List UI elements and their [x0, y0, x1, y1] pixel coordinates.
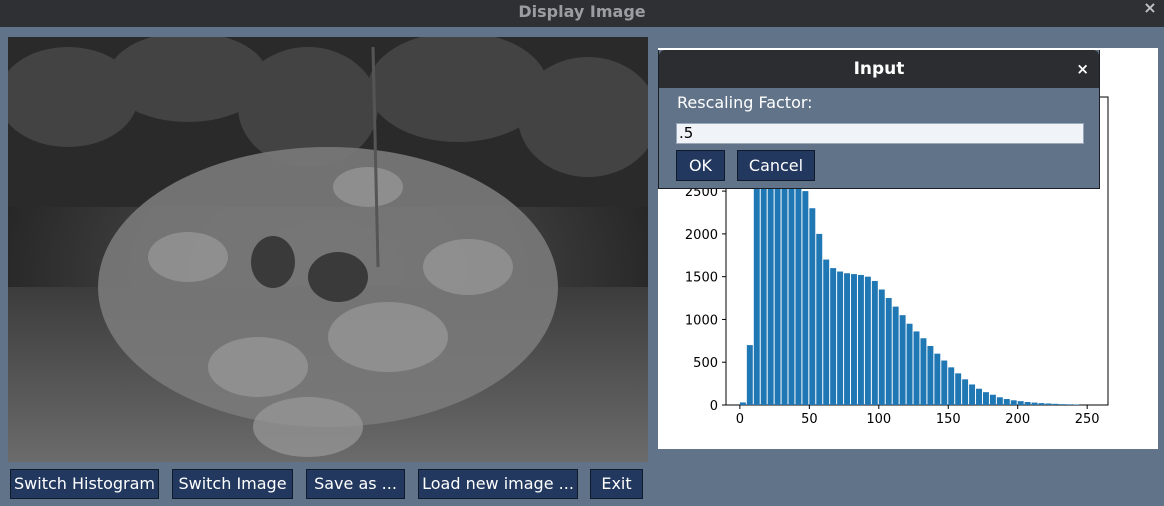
cancel-button[interactable]: Cancel — [737, 150, 815, 181]
x-tick-label: 250 — [1075, 412, 1100, 427]
histogram-bar — [899, 315, 906, 405]
y-tick-label: 1500 — [685, 271, 718, 286]
save-as-button[interactable]: Save as ... — [306, 469, 405, 499]
x-tick-label: 0 — [736, 412, 744, 427]
window-titlebar: Display Image × — [0, 0, 1164, 27]
switch-histogram-button[interactable]: Switch Histogram — [10, 469, 159, 499]
histogram-bar — [830, 268, 837, 405]
y-tick-label: 0 — [710, 399, 718, 414]
histogram-bar — [982, 392, 989, 405]
window-close-icon[interactable]: × — [1140, 0, 1160, 18]
ok-button[interactable]: OK — [676, 150, 725, 181]
y-tick-label: 500 — [693, 356, 718, 371]
y-tick-label: 2000 — [685, 228, 718, 243]
histogram-bar — [1031, 402, 1038, 405]
histogram-bar — [941, 360, 948, 405]
x-tick-label: 50 — [801, 412, 818, 427]
histogram-bar — [781, 165, 788, 405]
histogram-bar — [871, 280, 878, 405]
histogram-bar — [976, 388, 982, 405]
switch-image-button[interactable]: Switch Image — [172, 469, 293, 499]
histogram-bar — [746, 345, 753, 405]
histogram-bar — [1052, 403, 1059, 405]
histogram-bar — [809, 208, 816, 405]
histogram-bar — [864, 276, 871, 405]
histogram-bar — [795, 178, 802, 405]
histogram-bar — [816, 233, 823, 405]
grayscale-rose-photo — [8, 37, 648, 462]
rescaling-factor-label: Rescaling Factor: — [677, 93, 813, 112]
histogram-bar — [955, 373, 962, 405]
histogram-bar — [857, 274, 864, 405]
exit-button[interactable]: Exit — [590, 469, 643, 499]
histogram-bar — [927, 345, 934, 405]
histogram-bar — [913, 331, 920, 405]
histogram-bar — [767, 156, 774, 405]
histogram-bar — [934, 353, 941, 405]
x-tick-label: 100 — [866, 412, 891, 427]
histogram-bar — [996, 397, 1003, 405]
histogram-bar — [802, 191, 809, 405]
histogram-bar — [906, 323, 913, 405]
histogram-bar — [844, 273, 851, 405]
histogram-bar — [1003, 399, 1010, 405]
histogram-bar — [788, 169, 795, 405]
histogram-bar — [989, 394, 996, 405]
window-title: Display Image — [518, 2, 646, 21]
x-tick-label: 200 — [1005, 412, 1030, 427]
histogram-bar — [969, 384, 976, 405]
histogram-bar — [739, 402, 746, 405]
histogram-bar — [962, 379, 969, 405]
histogram-bar — [823, 259, 830, 405]
histogram-bar — [1059, 404, 1066, 405]
histogram-bar — [1010, 400, 1017, 405]
histogram-bar — [774, 161, 781, 405]
histogram-bar — [1038, 403, 1045, 405]
histogram-bar — [1073, 404, 1080, 405]
histogram-bar — [878, 289, 885, 405]
histogram-bar — [851, 274, 857, 405]
histogram-bar — [1066, 404, 1073, 405]
load-new-image-button[interactable]: Load new image ... — [418, 469, 578, 499]
dialog-title: Input — [659, 50, 1099, 88]
histogram-bar — [892, 306, 899, 405]
histogram-bar — [837, 271, 844, 405]
y-tick-label: 1000 — [685, 313, 718, 328]
rescaling-factor-input[interactable]: .5 — [676, 123, 1084, 144]
input-dialog: Input × Rescaling Factor: .5 OK Cancel — [658, 50, 1100, 189]
x-tick-label: 150 — [936, 412, 961, 427]
histogram-bar — [1024, 402, 1031, 405]
histogram-bar — [885, 298, 892, 405]
histogram-bar — [948, 367, 955, 405]
image-display — [8, 37, 648, 462]
histogram-bar — [920, 338, 927, 405]
dialog-close-icon[interactable]: × — [1076, 50, 1089, 88]
histogram-bar — [1017, 401, 1024, 405]
histogram-bar — [1045, 403, 1052, 405]
